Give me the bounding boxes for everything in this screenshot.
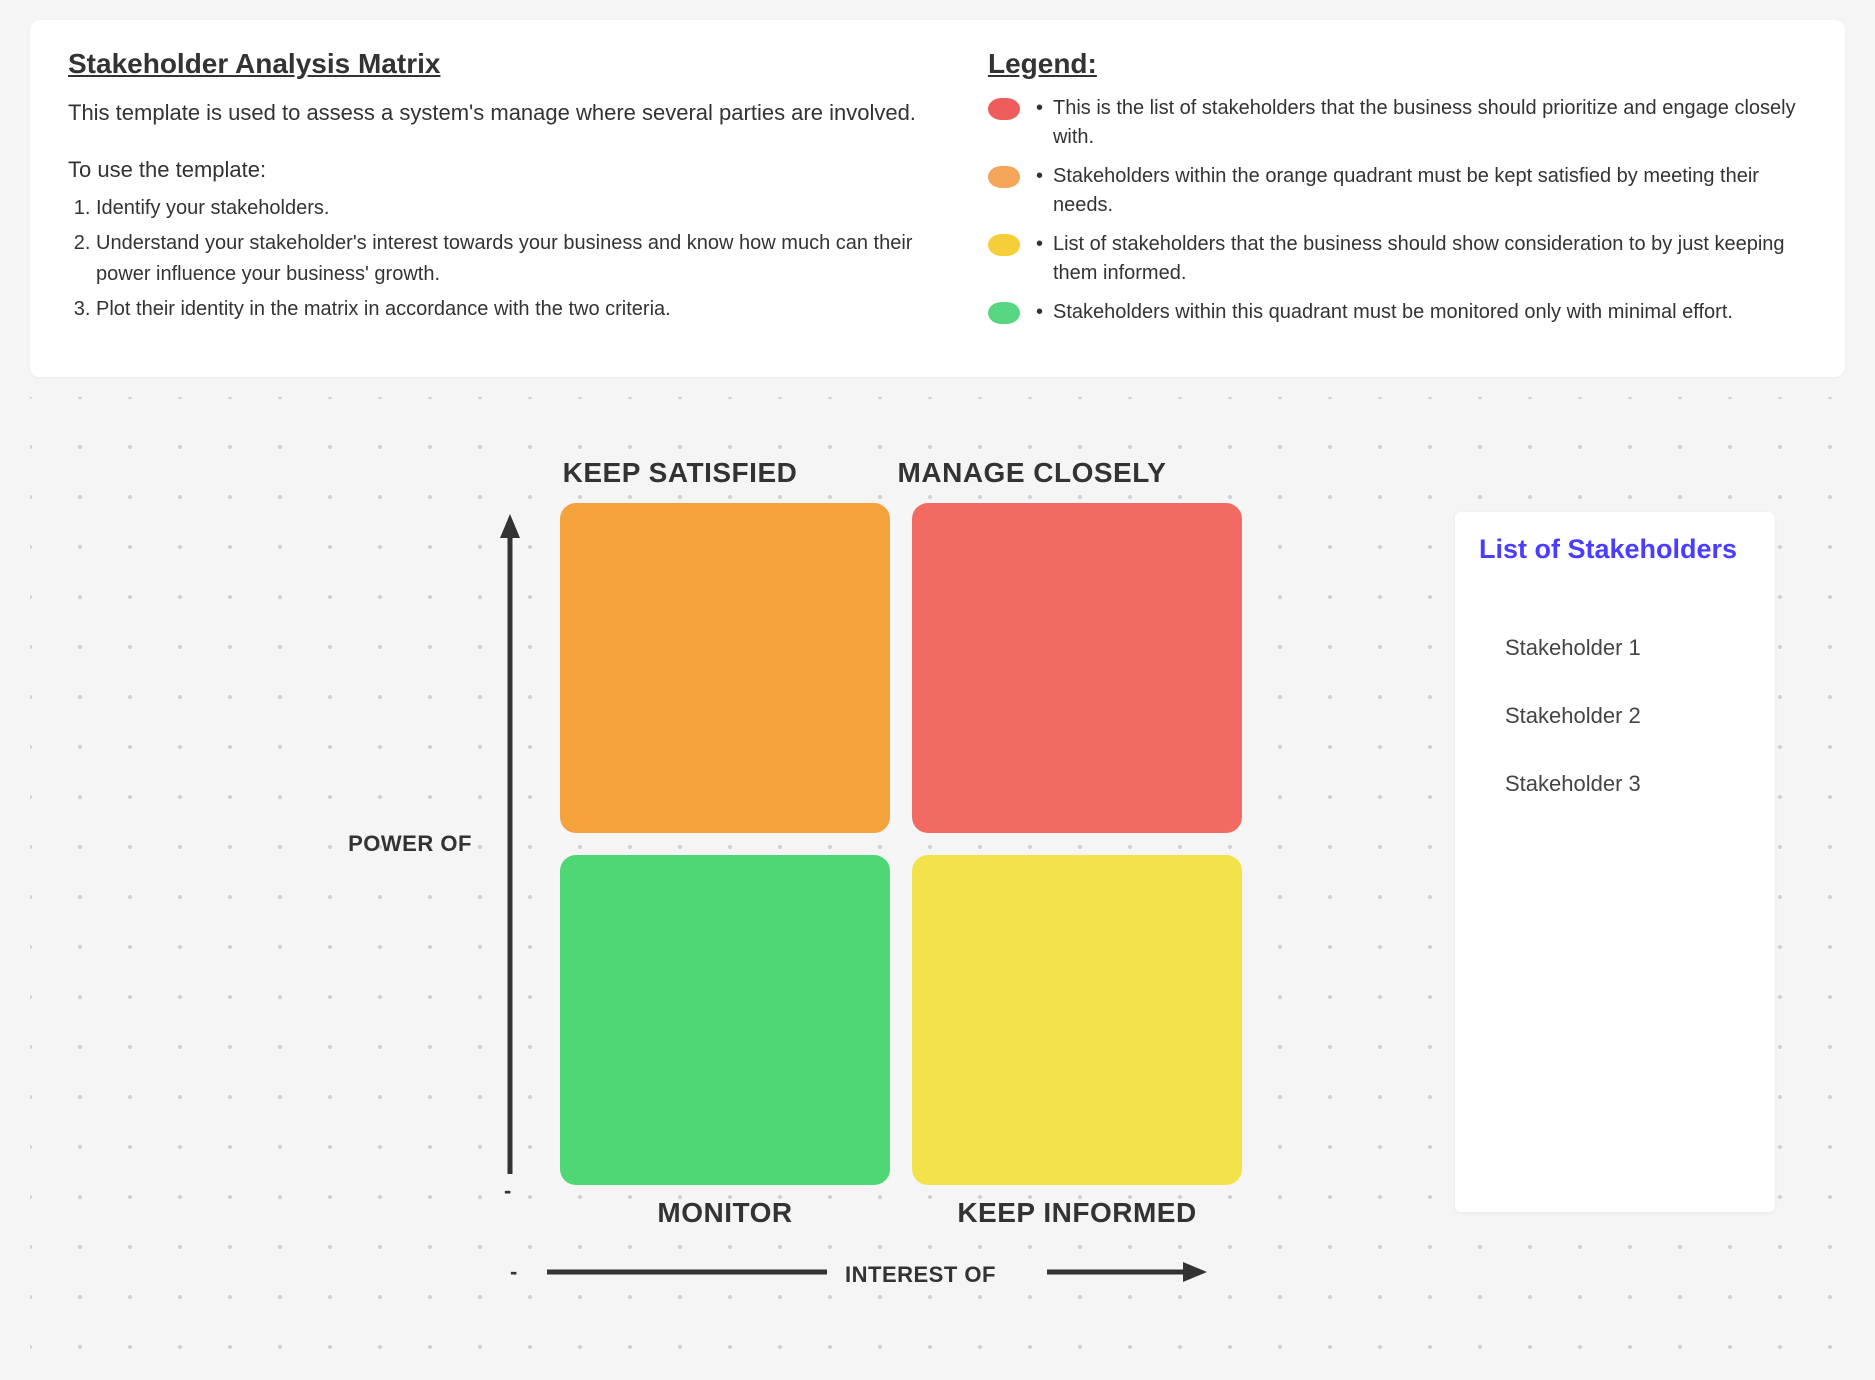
legend-row: This is the list of stakeholders that th… [988,94,1807,152]
legend-text: Stakeholders within this quadrant must b… [1036,298,1807,327]
stakeholders-title: List of Stakeholders [1479,534,1751,565]
legend-text: List of stakeholders that the business s… [1036,230,1807,288]
legend-text: Stakeholders within the orange quadrant … [1036,162,1807,220]
matrix-body: POWER OF - [340,503,1242,1185]
x-axis-label: INTEREST OF [845,1262,996,1288]
quadrant-manage-closely[interactable] [912,503,1242,833]
y-axis-low-tick: - [504,1178,511,1204]
legend-title: Legend: [988,48,1807,80]
x-axis-low-tick: - [510,1259,517,1285]
quadrant-labels-bottom: MONITOR KEEP INFORMED [560,1197,1242,1229]
legend-row: List of stakeholders that the business s… [988,230,1807,288]
stakeholder-item[interactable]: Stakeholder 2 [1479,703,1751,729]
quadrant-label-manage-closely: MANAGE CLOSELY [867,457,1197,489]
legend-swatch-red [988,98,1020,120]
legend-swatch-orange [988,166,1020,188]
arrow-up-icon [500,514,520,1174]
canvas-area[interactable]: KEEP SATISFIED MANAGE CLOSELY POWER OF -… [30,397,1845,1367]
legend-text: This is the list of stakeholders that th… [1036,94,1807,152]
legend-row: Stakeholders within this quadrant must b… [988,298,1807,327]
legend-row: Stakeholders within the orange quadrant … [988,162,1807,220]
legend-swatch-green [988,302,1020,324]
steps-list: Identify your stakeholders. Understand y… [68,193,928,325]
quadrant-keep-satisfied[interactable] [560,503,890,833]
quadrant-label-monitor: MONITOR [560,1197,890,1229]
stakeholders-card[interactable]: List of Stakeholders Stakeholder 1 Stake… [1455,512,1775,1212]
legend-swatch-yellow [988,234,1020,256]
step-item: Understand your stakeholder's interest t… [96,228,928,290]
y-axis-label: POWER OF [340,831,480,857]
quadrant-monitor[interactable] [560,855,890,1185]
step-item: Plot their identity in the matrix in acc… [96,294,928,325]
use-template-label: To use the template: [68,157,928,183]
x-axis-row: - INTEREST OF [510,1259,1242,1285]
y-axis-arrow: - [500,514,520,1174]
quadrant-label-keep-satisfied: KEEP SATISFIED [515,457,845,489]
page-description: This template is used to assess a system… [68,96,928,129]
header-card: Stakeholder Analysis Matrix This templat… [30,20,1845,377]
quadrant-label-keep-informed: KEEP INFORMED [912,1197,1242,1229]
step-item: Identify your stakeholders. [96,193,928,224]
quadrant-labels-top: KEEP SATISFIED MANAGE CLOSELY [515,457,1242,489]
header-left: Stakeholder Analysis Matrix This templat… [68,48,928,337]
stakeholder-item[interactable]: Stakeholder 1 [1479,635,1751,661]
page-title: Stakeholder Analysis Matrix [68,48,928,80]
legend-panel: Legend: This is the list of stakeholders… [988,48,1807,337]
quadrant-grid [560,503,1242,1185]
quadrant-keep-informed[interactable] [912,855,1242,1185]
stakeholder-item[interactable]: Stakeholder 3 [1479,771,1751,797]
matrix-container[interactable]: KEEP SATISFIED MANAGE CLOSELY POWER OF -… [340,457,1242,1285]
